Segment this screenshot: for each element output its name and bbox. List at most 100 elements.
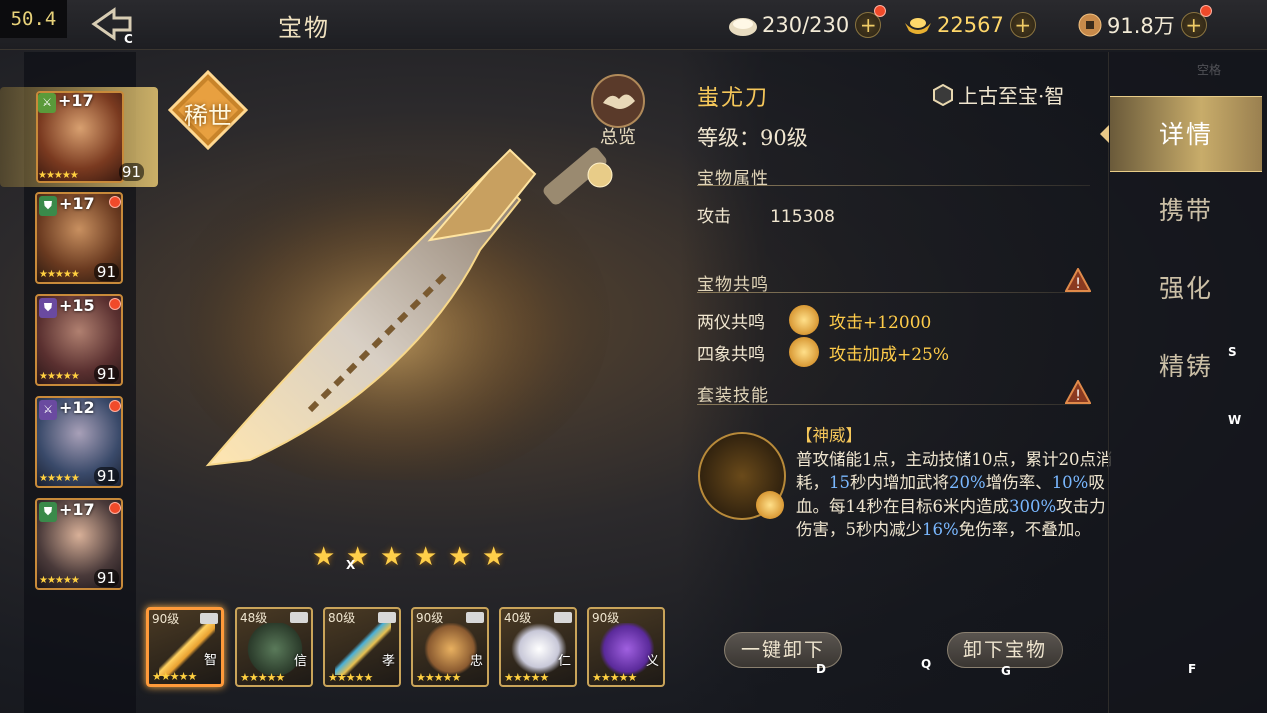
gold-value: 22567 [937,13,1004,37]
treasure-card-stars: ★★★★★ [416,671,461,684]
active-tab-arrow-icon [1100,125,1109,143]
hero-stars: ★★★★★ [39,473,80,484]
sword-icon: ⚔ [38,93,56,113]
tab-refine[interactable]: 精铸 [1110,332,1262,402]
treasure-grade: 上古至宝·智 [932,80,1064,109]
hero-stars: ★★★★★ [39,575,80,586]
hero-slot-1[interactable]: ⚔ +17 ★★★★★ 91 [0,87,158,187]
hero-slot-5[interactable]: ⛊ +17 ★★★★★ 91 [35,498,123,590]
divider [697,404,1090,405]
resonance-row: 四象共鸣 攻击加成+25% [697,337,949,367]
treasure-name: 蚩尤刀 [697,86,770,111]
hero-level: 91 [93,365,119,383]
star-icon: ★ [448,542,472,572]
stars-hotkey: X [346,558,356,572]
equipped-tag-icon [554,612,572,623]
treasure-card-stars: ★★★★★ [592,671,637,684]
s-hotkey: S [1228,345,1237,359]
svg-text:!: ! [1075,276,1081,292]
hero-level: 91 [93,263,119,281]
treasure-level: 等级：90级 [697,126,808,150]
f-hotkey: F [1188,662,1197,676]
back-hotkey: C [124,32,133,46]
hero-level: 91 [93,467,119,485]
divider [697,185,1090,186]
hero-stars: ★★★★★ [39,269,80,280]
coin-value: 91.8万 [1107,14,1175,38]
notification-dot [109,502,121,514]
q-hotkey: Q [921,657,932,671]
treasure-card-stars: ★★★★★ [504,671,549,684]
treasure-card-level: 90级 [592,611,620,625]
hero-level: 91 [93,569,119,587]
divider [697,292,1090,293]
star-icon: ★ [482,542,506,572]
add-stamina-button[interactable]: + [855,5,887,38]
treasure-card-stars: ★★★★★ [240,671,285,684]
treasure-card[interactable]: 40级 仁 ★★★★★ [499,607,577,687]
coin-resource: 91.8万 + [1077,5,1212,40]
treasure-card[interactable]: 48级 信 ★★★★★ [235,607,313,687]
rarity-badge: 稀世 [167,69,249,151]
sword-icon: ⚔ [39,400,57,420]
add-coin-button[interactable]: + [1180,5,1212,38]
shield-icon: ⛊ [39,298,57,318]
warning-icon[interactable]: ! [1065,380,1091,404]
hexagon-grade-icon [933,83,953,106]
fist-skill-icon[interactable] [698,432,786,520]
hero-stars: ★★★★★ [38,170,79,181]
hero-slot-4[interactable]: ⚔ +12 ★★★★★ 91 [35,396,123,488]
yin-yang-icon [756,491,784,519]
hero-enhance-level: +17 [58,91,94,110]
hero-enhance-level: +12 [59,398,95,417]
w-hotkey: W [1228,413,1242,427]
treasure-card-virtue: 孝 [381,654,395,669]
overview-button[interactable]: 总览 [583,73,653,148]
tab-details[interactable]: 详情 [1110,96,1262,172]
copper-coin-icon [1078,13,1102,37]
hero-slot-3[interactable]: ⛊ +15 ★★★★★ 91 [35,294,123,386]
attack-label: 攻击 [697,207,731,227]
tab-enhance[interactable]: 强化 [1110,254,1262,324]
treasure-card[interactable]: 80级 孝 ★★★★★ [323,607,401,687]
unequip-treasure-button[interactable]: 卸下宝物 [947,632,1063,668]
stamina-value: 230/230 [762,13,850,37]
warning-icon[interactable]: ! [1065,268,1091,292]
skill-description: 【神威】 普攻储能1点，主动技储10点，累计20点消耗，15秒内增加武将20%增… [796,426,1113,539]
notification-dot [109,400,121,412]
hero-slot-2[interactable]: ⛊ +17 ★★★★★ 91 [35,192,123,284]
treasure-card[interactable]: 90级 智 ★★★★★ [146,607,224,687]
hero-enhance-level: +17 [59,194,95,213]
treasure-card[interactable]: 90级 忠 ★★★★★ [411,607,489,687]
resonance-effect: 攻击+12000 [829,312,932,333]
unequip-all-hotkey: D [816,662,826,676]
equipped-tag-icon [466,612,484,623]
attack-row: 攻击 115308 [697,202,835,227]
treasure-blade-art [190,147,613,480]
treasure-star-rating: ★ ★ ★ ★ ★ ★ [312,544,508,570]
treasure-card-virtue: 仁 [557,654,571,669]
tab-carry[interactable]: 携带 [1110,176,1262,246]
stamina-resource: 230/230 + [728,5,887,40]
hero-level: 91 [118,163,144,181]
page-title: 宝物 [278,14,330,42]
resonance-label: 四象共鸣 [697,344,765,365]
hero-list: ⚔ +17 ★★★★★ 91 ⛊ +17 ★★★★★ 91 ⛊ +15 ★★★★… [0,52,158,713]
attack-value: 115308 [770,207,835,227]
gold-ingot-icon [905,18,931,34]
equipped-tag-icon [378,612,396,623]
notification-dot [1199,5,1212,17]
skill-name: 【神威】 [796,426,862,445]
bun-icon [729,18,757,36]
treasure-card-stars: ★★★★★ [152,670,197,683]
treasure-card[interactable]: 90级 义 ★★★★★ [587,607,665,687]
hero-enhance-level: +15 [59,296,95,315]
unequip-hotkey: G [1001,664,1011,678]
resonance-row: 两仪共鸣 攻击+12000 [697,305,931,335]
hero-enhance-level: +17 [59,500,95,519]
treasure-card-level: 40级 [504,611,532,625]
svg-text:!: ! [1075,388,1081,404]
gold-resource: 22567 + [903,10,1036,40]
star-icon: ★ [380,542,404,572]
add-gold-button[interactable]: + [1009,12,1036,38]
